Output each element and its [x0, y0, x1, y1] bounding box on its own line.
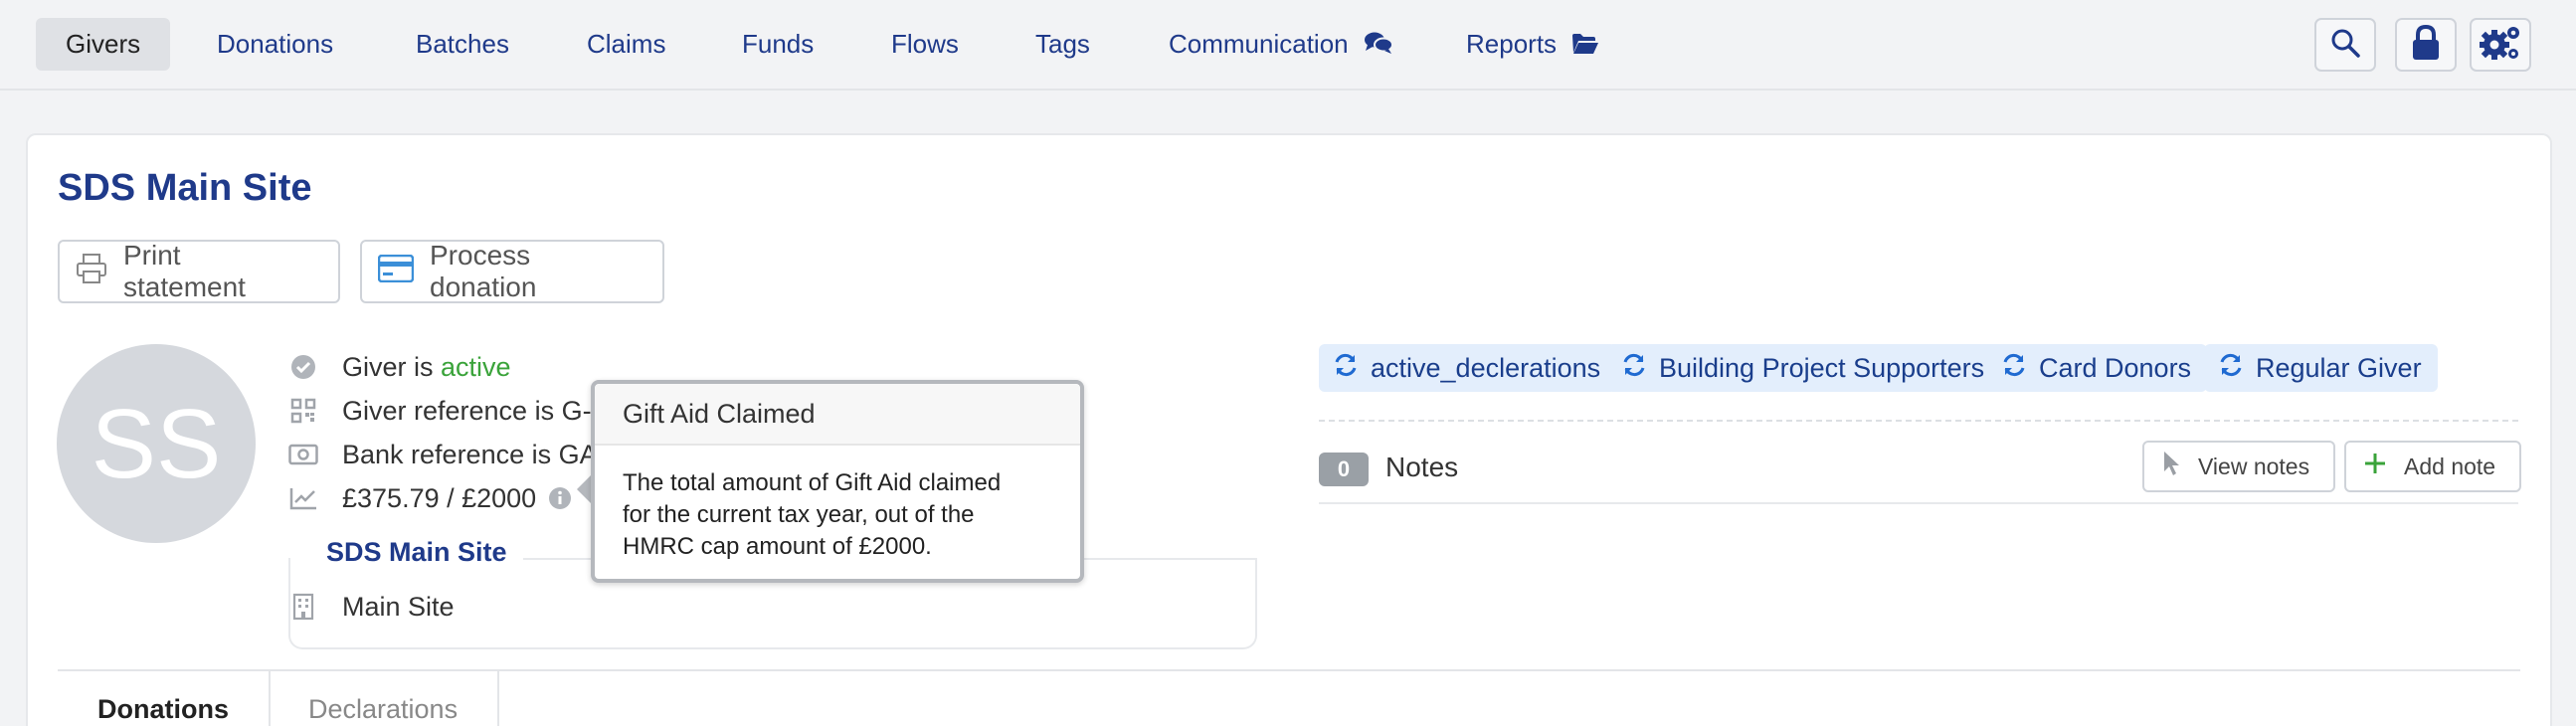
tag-card-donors[interactable]: Card Donors: [1987, 344, 2208, 392]
tooltip-arrow: [577, 475, 591, 503]
notes-label: Notes: [1385, 452, 1459, 482]
nav-item-flows[interactable]: Flows: [861, 18, 989, 71]
sync-icon: [1333, 352, 1371, 385]
pointer-icon: [2162, 451, 2198, 482]
money-bill-icon: [288, 444, 318, 465]
tag-label: Regular Giver: [2256, 352, 2422, 383]
nav-item-label: Tags: [1035, 29, 1090, 59]
view-notes-button[interactable]: View notes: [2142, 441, 2335, 492]
status-prefix: Giver is: [342, 351, 442, 382]
process-donation-button[interactable]: Process donation: [360, 240, 664, 303]
top-navigation: Givers Donations Batches Claims Funds Fl…: [0, 0, 2576, 91]
giver-reference-text: Giver reference is G-0: [342, 395, 607, 426]
site-name-row: Main Site: [288, 587, 455, 627]
tags-divider: [1319, 420, 2518, 422]
gift-aid-progress: £375.79 / £2000: [342, 482, 537, 513]
tab-label: Declarations: [308, 694, 459, 724]
nav-item-label: Donations: [217, 29, 334, 59]
nav-item-communication[interactable]: Communication: [1139, 18, 1423, 71]
qrcode-icon: [288, 398, 318, 424]
site-name: Main Site: [342, 591, 455, 622]
info-icon[interactable]: [548, 486, 572, 510]
nav-item-donations[interactable]: Donations: [187, 18, 363, 71]
nav-item-label: Communication: [1169, 29, 1349, 59]
nav-item-tags[interactable]: Tags: [1006, 18, 1120, 71]
cogs-icon: [2479, 23, 2522, 68]
printer-icon: [76, 253, 123, 291]
tab-label: Donations: [97, 694, 229, 724]
lock-button[interactable]: [2395, 18, 2457, 72]
bank-reference-text: Bank reference is GA: [342, 439, 598, 469]
site-legend: SDS Main Site: [310, 537, 523, 568]
nav-item-funds[interactable]: Funds: [712, 18, 843, 71]
tab-donations[interactable]: Donations: [58, 669, 271, 726]
settings-button[interactable]: [2470, 18, 2531, 72]
chart-line-icon: [288, 486, 318, 510]
tag-label: Building Project Supporters: [1659, 352, 1985, 383]
nav-item-label: Givers: [66, 29, 141, 59]
nav-item-label: Flows: [891, 29, 959, 59]
tag-active-declerations[interactable]: active_declerations: [1319, 344, 1617, 392]
sync-icon: [2218, 352, 2256, 385]
tag-label: active_declerations: [1371, 352, 1601, 383]
giver-status-row: Giver is active: [288, 347, 511, 387]
sync-icon: [1621, 352, 1659, 385]
check-circle-icon: [288, 354, 318, 380]
nav-item-reports[interactable]: Reports: [1436, 18, 1629, 71]
tooltip-line: for the current tax year, out of the: [623, 501, 975, 528]
tag-regular-giver[interactable]: Regular Giver: [2204, 344, 2438, 392]
nav-item-label: Claims: [587, 29, 666, 59]
nav-item-label: Reports: [1466, 29, 1558, 59]
view-notes-label: View notes: [2198, 453, 2310, 479]
add-note-button[interactable]: Add note: [2344, 441, 2521, 492]
gift-aid-row: £375.79 / £2000: [288, 478, 572, 518]
notes-divider: [1319, 502, 2518, 504]
avatar: SS: [57, 344, 256, 543]
process-donation-label: Process donation: [430, 240, 537, 302]
search-icon: [2330, 28, 2360, 63]
giver-reference-row: Giver reference is G-0: [288, 391, 607, 431]
print-statement-button[interactable]: Print statement: [58, 240, 340, 303]
tag-building-project-supporters[interactable]: Building Project Supporters: [1607, 344, 2001, 392]
tooltip-line: The total amount of Gift Aid claimed: [623, 469, 1002, 496]
nav-item-givers[interactable]: Givers: [36, 18, 171, 71]
search-button[interactable]: [2314, 18, 2376, 72]
comments-icon: [1364, 20, 1393, 73]
bank-reference-row: Bank reference is GA: [288, 435, 598, 474]
sync-icon: [2001, 352, 2039, 385]
credit-card-icon: [377, 254, 430, 289]
tooltip-line: HMRC cap amount of £2000.: [623, 533, 932, 560]
lock-icon: [2411, 24, 2441, 66]
tab-declarations[interactable]: Declarations: [269, 669, 500, 726]
nav-item-label: Batches: [416, 29, 509, 59]
folder-open-icon: [1571, 20, 1599, 73]
page-title: SDS Main Site: [58, 167, 312, 209]
print-statement-label: Print statement: [123, 240, 246, 302]
status-value: active: [441, 351, 511, 382]
gift-aid-tooltip: Gift Aid Claimed The total amount of Gif…: [591, 380, 1084, 583]
tag-label: Card Donors: [2039, 352, 2192, 383]
nav-item-label: Funds: [742, 29, 815, 59]
tooltip-body: The total amount of Gift Aid claimed for…: [595, 446, 1080, 585]
building-icon: [288, 593, 318, 621]
nav-item-claims[interactable]: Claims: [557, 18, 695, 71]
notes-count-badge: 0: [1319, 453, 1369, 486]
nav-item-batches[interactable]: Batches: [386, 18, 539, 71]
plus-icon: [2364, 453, 2404, 480]
tooltip-title: Gift Aid Claimed: [595, 384, 1080, 446]
add-note-label: Add note: [2404, 453, 2496, 479]
